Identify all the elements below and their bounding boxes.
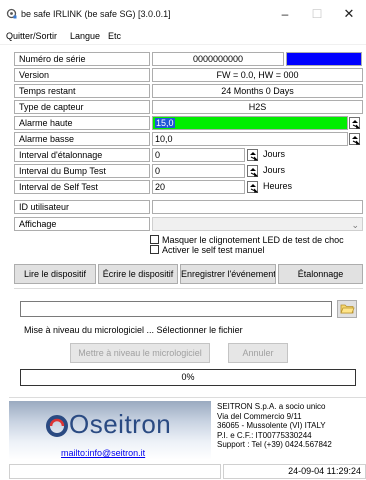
version-label: Version: [14, 68, 150, 82]
minimize-button[interactable]: –: [270, 4, 300, 24]
spinner-arrows-icon: [250, 152, 259, 161]
cal-interval-spinner[interactable]: [247, 149, 259, 161]
browse-folder-button[interactable]: [337, 300, 357, 318]
user-id-row: ID utilisateur: [14, 200, 363, 214]
alarm-high-row: Alarme haute 15,0: [14, 116, 363, 130]
spinner-arrows-icon: [352, 136, 361, 145]
version-value: FW = 0.0, HW = 000: [152, 68, 363, 82]
company-line: SEITRON S.p.A. a socio unico: [217, 402, 326, 411]
save-event-button[interactable]: Enregistrer l'événement: [180, 264, 276, 284]
display-select[interactable]: ⌄: [152, 217, 363, 231]
spinner-arrows-icon: [250, 168, 259, 177]
serial-label: Numéro de série: [14, 52, 150, 66]
bump-interval-spinner[interactable]: [247, 165, 259, 177]
company-line: 36065 - Mussolente (VI) ITALY: [217, 421, 326, 431]
update-firmware-button[interactable]: Mettre à niveau le micrologiciel: [70, 343, 210, 363]
read-device-button[interactable]: Lire le dispositif: [14, 264, 96, 284]
menu-bar: Quitter/Sortir Langue Etc: [0, 28, 366, 45]
folder-icon: [340, 304, 355, 314]
alarm-low-label: Alarme basse: [14, 132, 150, 146]
spinner-arrows-icon: [250, 184, 259, 193]
status-message: [9, 464, 221, 479]
write-device-button[interactable]: Écrire le dispositif: [98, 264, 178, 284]
company-line: Support : Tel (+39) 0424.567842: [217, 440, 332, 450]
mask-led-checkbox[interactable]: [150, 235, 159, 244]
serial-status-indicator: [286, 52, 362, 66]
window-title: be safe IRLINK (be safe SG) [3.0.0.1]: [21, 9, 171, 19]
app-gear-icon[interactable]: [6, 8, 17, 19]
cal-interval-input[interactable]: 0: [152, 148, 245, 162]
firmware-status-text: Mise à niveau du micrologiciel ... Sélec…: [24, 325, 243, 335]
manual-self-checkbox[interactable]: [150, 245, 159, 254]
status-datetime: 24-09-04 11:29:24: [223, 464, 366, 479]
version-row: Version FW = 0.0, HW = 000: [14, 68, 363, 82]
remaining-row: Temps restant 24 Months 0 Days: [14, 84, 363, 98]
maximize-button[interactable]: ☐: [302, 4, 332, 24]
alarm-low-spinner[interactable]: [349, 133, 361, 145]
serial-value: 0000000000: [152, 52, 284, 66]
sensor-label: Type de capteur: [14, 100, 150, 114]
cancel-button[interactable]: Annuler: [228, 343, 288, 363]
chevron-down-icon: ⌄: [351, 220, 359, 230]
display-row: Affichage ⌄: [14, 217, 363, 231]
menu-language[interactable]: Langue: [70, 31, 100, 41]
alarm-high-value: 15,0: [155, 118, 175, 128]
company-line: P.I. e C.F.: IT00775330244: [217, 430, 312, 440]
mask-led-label: Masquer le clignotement LED de test de c…: [162, 235, 344, 245]
section-divider: [14, 288, 363, 289]
remaining-label: Temps restant: [14, 84, 150, 98]
remaining-value: 24 Months 0 Days: [152, 84, 363, 98]
self-interval-label: Interval de Self Test: [14, 180, 150, 194]
seitron-logo-panel: Oseitron mailto:info@seitron.it: [9, 401, 211, 460]
self-interval-row: Interval de Self Test 20 Heures: [14, 180, 363, 194]
manual-self-checkbox-row[interactable]: Activer le self test manuel: [150, 245, 265, 255]
seitron-logo: Oseitron: [69, 409, 172, 439]
firmware-file-input[interactable]: [20, 301, 332, 317]
cal-interval-label: Interval d'étalonnage: [14, 148, 150, 162]
user-id-label: ID utilisateur: [14, 200, 150, 214]
serial-row: Numéro de série 0000000000: [14, 52, 363, 66]
menu-etc[interactable]: Etc: [108, 31, 121, 41]
spinner-arrows-icon: [352, 120, 361, 129]
title-bar: be safe IRLINK (be safe SG) [3.0.0.1] – …: [0, 0, 366, 28]
menu-quit[interactable]: Quitter/Sortir: [6, 31, 57, 41]
footer-panel: Oseitron mailto:info@seitron.it SEITRON …: [9, 397, 366, 460]
email-link[interactable]: mailto:info@seitron.it: [61, 448, 145, 458]
user-id-input[interactable]: [152, 200, 363, 214]
sensor-value: H2S: [152, 100, 363, 114]
firmware-progress-bar: 0%: [20, 369, 356, 386]
alarm-high-label: Alarme haute: [14, 116, 150, 130]
status-bar: 24-09-04 11:29:24: [9, 464, 366, 480]
alarm-low-row: Alarme basse 10,0: [14, 132, 363, 146]
alarm-high-spinner[interactable]: [349, 117, 361, 129]
cal-interval-unit: Jours: [263, 149, 286, 159]
display-label: Affichage: [14, 217, 150, 231]
alarm-low-input[interactable]: 10,0: [152, 132, 348, 146]
sensor-row: Type de capteur H2S: [14, 100, 363, 114]
bump-interval-label: Interval du Bump Test: [14, 164, 150, 178]
company-info: SEITRON S.p.A. a socio unico Via del Com…: [217, 402, 332, 450]
seitron-logo-icon: [46, 415, 68, 437]
self-interval-unit: Heures: [263, 181, 293, 191]
cal-interval-row: Interval d'étalonnage 0 Jours: [14, 148, 363, 162]
bump-interval-input[interactable]: 0: [152, 164, 245, 178]
bump-interval-unit: Jours: [263, 165, 286, 175]
alarm-high-input[interactable]: 15,0: [152, 116, 348, 130]
bump-interval-row: Interval du Bump Test 0 Jours: [14, 164, 363, 178]
self-interval-spinner[interactable]: [247, 181, 259, 193]
self-interval-input[interactable]: 20: [152, 180, 245, 194]
company-line: Via del Commercio 9/11: [217, 411, 302, 421]
close-button[interactable]: ✕: [334, 4, 364, 24]
calibration-button[interactable]: Étalonnage: [278, 264, 363, 284]
manual-self-label: Activer le self test manuel: [162, 245, 265, 255]
mask-led-checkbox-row[interactable]: Masquer le clignotement LED de test de c…: [150, 235, 344, 245]
